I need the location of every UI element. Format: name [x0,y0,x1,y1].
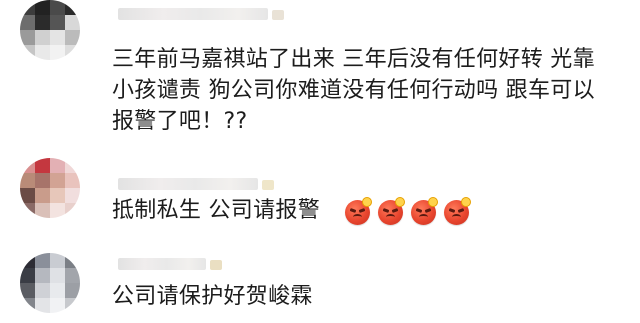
angry-face-icon [444,197,471,225]
angry-face-icon [378,197,405,225]
comment-item-3: 公司请保护好贺峻霖 [0,245,640,323]
avatar[interactable] [20,0,80,60]
comment-item-1: 三年前马嘉祺站了出来 三年后没有任何好转 光靠 小孩谴责 狗公司你难道没有任何行… [0,0,640,150]
angry-face-icon [411,197,438,225]
comment-text: 抵制私生 公司请报警 [112,198,320,223]
user-badge-icon [210,260,222,270]
username[interactable] [118,258,206,270]
user-badge-icon [272,10,284,20]
comment-text: 三年前马嘉祺站了出来 三年后没有任何好转 光靠 小孩谴责 狗公司你难道没有任何行… [112,47,595,134]
comment-item-2: 抵制私生 公司请报警 [0,150,640,245]
user-badge-icon [262,180,274,190]
username[interactable] [118,8,268,20]
username[interactable] [118,178,258,190]
avatar[interactable] [20,253,80,313]
comment-text: 公司请保护好贺峻霖 [112,284,313,309]
angry-face-icon [345,197,372,225]
avatar[interactable] [20,158,80,218]
